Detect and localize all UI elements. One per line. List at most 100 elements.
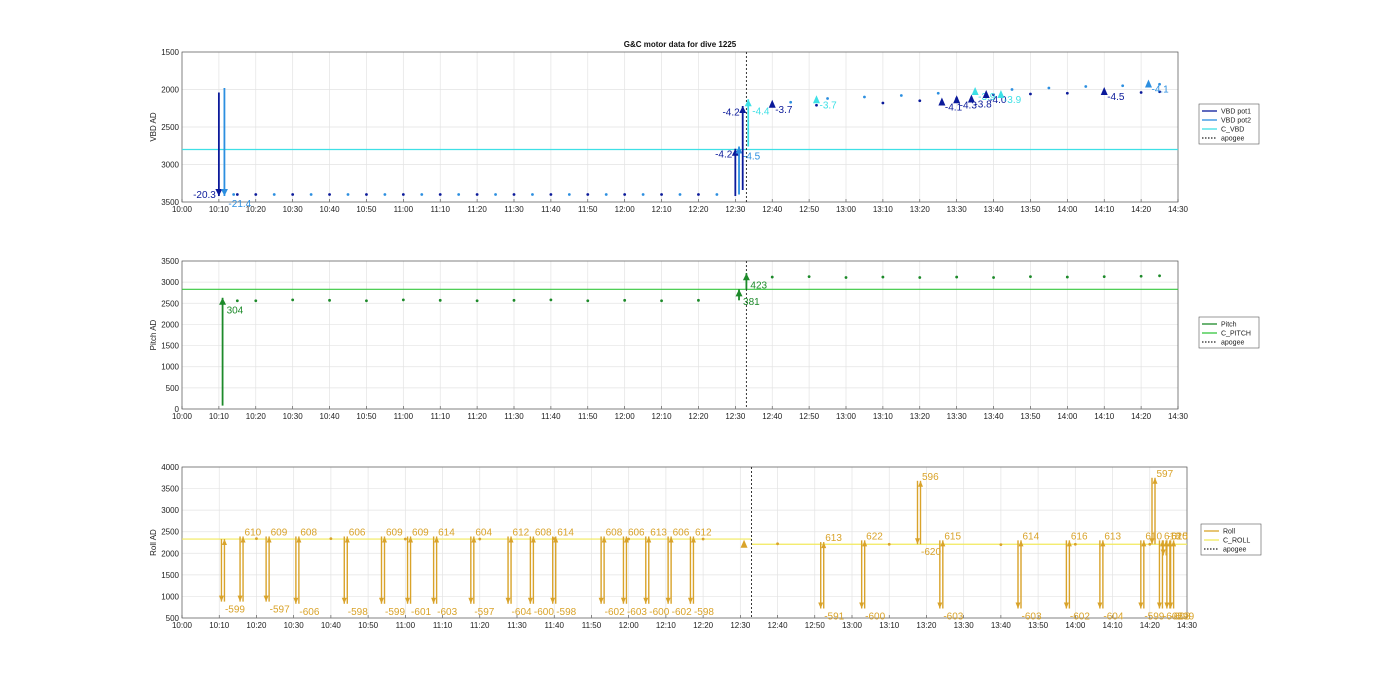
data-point — [660, 193, 663, 196]
data-point — [807, 275, 811, 279]
data-point — [328, 193, 331, 196]
y-tick-label: 2500 — [161, 123, 179, 132]
x-tick-label: 11:50 — [578, 205, 598, 214]
swing-down-head — [937, 602, 943, 609]
swing-down-head — [505, 597, 511, 604]
data-point — [235, 193, 239, 196]
y-tick-label: 2000 — [161, 549, 179, 558]
swing-high-label: 613 — [650, 527, 667, 538]
swing-low-label: -600 — [534, 607, 554, 618]
data-point — [623, 298, 627, 302]
x-tick-label: 13:20 — [910, 412, 931, 421]
move-label: -4.2 — [722, 107, 740, 118]
x-tick-label: 13:10 — [873, 412, 894, 421]
swing-low-label: -606 — [299, 607, 319, 618]
swing-low-label: -598 — [556, 607, 576, 618]
small-marker-label: -3.7 — [775, 105, 793, 116]
x-tick-label: 12:20 — [688, 205, 709, 214]
x-tick-label: 11:00 — [394, 412, 414, 421]
y-tick-label: 3000 — [161, 161, 179, 170]
data-point — [1139, 91, 1143, 94]
x-tick-label: 14:30 — [1168, 205, 1189, 214]
swing-high-label: 613 — [1104, 531, 1121, 542]
y-tick-label: 3000 — [161, 278, 179, 287]
swing-up-head — [221, 539, 227, 546]
move-label: 423 — [750, 280, 767, 291]
x-tick-label: 13:20 — [916, 621, 937, 630]
x-tick-label: 10:50 — [356, 205, 377, 214]
x-tick-label: 11:50 — [578, 412, 598, 421]
swing-down-head — [1156, 602, 1162, 609]
x-tick-label: 13:00 — [842, 621, 863, 630]
data-point — [789, 100, 793, 104]
swing-low-label: -603 — [943, 612, 963, 623]
swing-down-head — [818, 602, 824, 609]
swing-high-label: 614 — [557, 527, 574, 538]
swing-low-label: -603 — [437, 607, 457, 618]
x-tick-label: 12:10 — [652, 205, 673, 214]
y-tick-label: 3500 — [161, 198, 179, 207]
swing-low-label: -600 — [649, 607, 669, 618]
y-tick-label: 1500 — [161, 48, 179, 57]
swing-high-label: 609 — [386, 527, 403, 538]
data-point — [346, 193, 350, 196]
swing-high-label: 614 — [1023, 531, 1040, 542]
y-tick-label: 4000 — [161, 463, 179, 472]
data-point — [1029, 92, 1032, 96]
x-tick-label: 13:30 — [947, 205, 968, 214]
x-tick-label: 11:30 — [504, 412, 524, 421]
x-tick-label: 11:00 — [396, 621, 416, 630]
swing-down-head — [620, 597, 626, 604]
x-tick-label: 14:30 — [1168, 412, 1189, 421]
swing-down-head — [431, 597, 437, 604]
x-tick-label: 11:20 — [467, 205, 487, 214]
x-tick-label: 10:10 — [209, 412, 230, 421]
x-tick-label: 12:30 — [725, 205, 746, 214]
y-tick-label: 1000 — [161, 592, 179, 601]
data-point — [586, 299, 590, 303]
axes-box — [181, 260, 1179, 410]
x-tick-label: 13:50 — [1020, 412, 1041, 421]
data-point — [918, 99, 922, 103]
swing-down-head — [218, 595, 224, 602]
x-tick-label: 12:40 — [762, 205, 783, 214]
data-point — [936, 91, 940, 95]
x-tick-label: 11:10 — [431, 205, 451, 214]
x-tick-label: 12:30 — [730, 621, 751, 630]
swing-down-head — [643, 597, 649, 604]
data-point — [623, 193, 627, 196]
data-point — [660, 299, 663, 303]
data-point — [291, 193, 295, 196]
x-tick-label: 12:10 — [652, 412, 673, 421]
x-tick-label: 11:40 — [541, 412, 561, 421]
data-point — [1084, 85, 1088, 88]
data-point — [1102, 275, 1106, 279]
swing-low-label: -597 — [270, 605, 290, 616]
data-point — [999, 543, 1003, 547]
x-tick-label: 11:20 — [467, 412, 487, 421]
y-tick-label: 500 — [166, 614, 180, 623]
data-point — [309, 193, 313, 196]
swing-down-head — [665, 597, 671, 604]
x-tick-label: 10:30 — [283, 205, 304, 214]
x-tick-label: 13:40 — [991, 621, 1012, 630]
x-tick-label: 10:20 — [246, 412, 267, 421]
swing-high-label: 609 — [271, 527, 288, 538]
x-tick-label: 11:00 — [394, 205, 414, 214]
x-tick-label: 12:30 — [725, 412, 746, 421]
x-tick-label: 14:20 — [1131, 205, 1152, 214]
data-point — [475, 193, 479, 196]
x-tick-label: 10:10 — [209, 205, 230, 214]
x-tick-label: 12:00 — [619, 621, 640, 630]
small-marker-label: -4.1 — [1151, 85, 1169, 96]
swing-high-label: 608 — [606, 527, 623, 538]
y-tick-label: 0 — [175, 405, 180, 414]
x-tick-label: 12:00 — [615, 412, 636, 421]
x-tick-label: 10:30 — [283, 412, 304, 421]
swing-high-label: 614 — [438, 527, 455, 538]
swing-down-head — [379, 597, 384, 604]
swing-low-label: -603 — [1022, 612, 1042, 623]
y-axis-label: VBD AD — [149, 112, 158, 142]
y-tick-label: 2000 — [161, 86, 179, 95]
move-arrow-head — [742, 273, 750, 281]
